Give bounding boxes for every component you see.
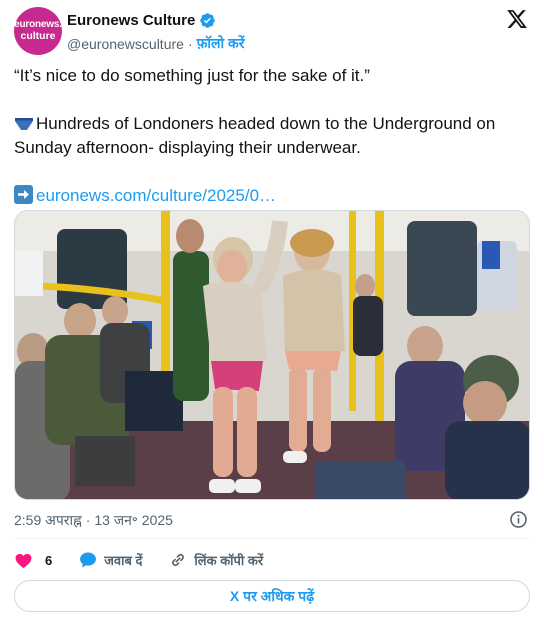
- avatar[interactable]: euronews. culture: [14, 7, 62, 55]
- tweet-quote: “It’s nice to do something just for the …: [14, 66, 370, 85]
- tweet-photo[interactable]: [14, 210, 530, 500]
- action-bar: 6 जवाब दें लिंक कॉपी करें: [14, 549, 289, 571]
- tweet-time: 2:59 अपराह्न: [14, 512, 82, 528]
- reply-label: जवाब दें: [104, 553, 143, 568]
- handle[interactable]: @euronewsculture: [67, 36, 184, 52]
- copy-link-label: लिंक कॉपी करें: [194, 553, 264, 568]
- right-arrow-icon: [14, 185, 33, 204]
- tweet-link-paragraph: euronews.com/culture/2025/0…: [14, 184, 532, 208]
- tweet-body-paragraph: Hundreds of Londoners headed down to the…: [14, 112, 532, 160]
- heart-icon: [15, 553, 32, 568]
- tweet-date: 13 जन॰ 2025: [94, 512, 173, 528]
- tweet-text: “It’s nice to do something just for the …: [14, 64, 532, 208]
- tweet-body: Hundreds of Londoners headed down to the…: [14, 114, 496, 157]
- display-name[interactable]: Euronews Culture: [67, 12, 195, 29]
- handle-separator: ·: [187, 35, 193, 52]
- reply-bubble-icon: [80, 552, 97, 568]
- info-icon[interactable]: [509, 510, 528, 529]
- briefs-icon: [15, 118, 33, 130]
- handle-row: @euronewsculture · फ़ॉलो करें: [67, 34, 245, 53]
- verified-badge-icon: [200, 13, 216, 28]
- name-row: Euronews Culture: [67, 12, 216, 29]
- photo-illustration: [15, 211, 529, 499]
- read-more-on-x-button[interactable]: X पर अधिक पढ़ें: [14, 580, 530, 612]
- avatar-text-line1: euronews.: [14, 19, 62, 31]
- reply-button[interactable]: जवाब दें: [78, 550, 142, 570]
- timestamp[interactable]: 2:59 अपराह्न · 13 जन॰ 2025: [14, 511, 173, 530]
- follow-button[interactable]: फ़ॉलो करें: [197, 34, 245, 53]
- avatar-text-line2: culture: [20, 30, 56, 43]
- copy-link-button[interactable]: लिंक कॉपी करें: [168, 550, 263, 570]
- like-count: 6: [45, 552, 53, 568]
- divider: [14, 538, 530, 539]
- link-icon: [172, 553, 185, 567]
- x-logo-icon[interactable]: [506, 8, 528, 30]
- article-link[interactable]: euronews.com/culture/2025/0…: [36, 186, 276, 205]
- like-button[interactable]: 6: [14, 551, 52, 570]
- time-separator: ·: [85, 512, 91, 528]
- tweet-card: euronews. culture Euronews Culture @euro…: [0, 0, 544, 623]
